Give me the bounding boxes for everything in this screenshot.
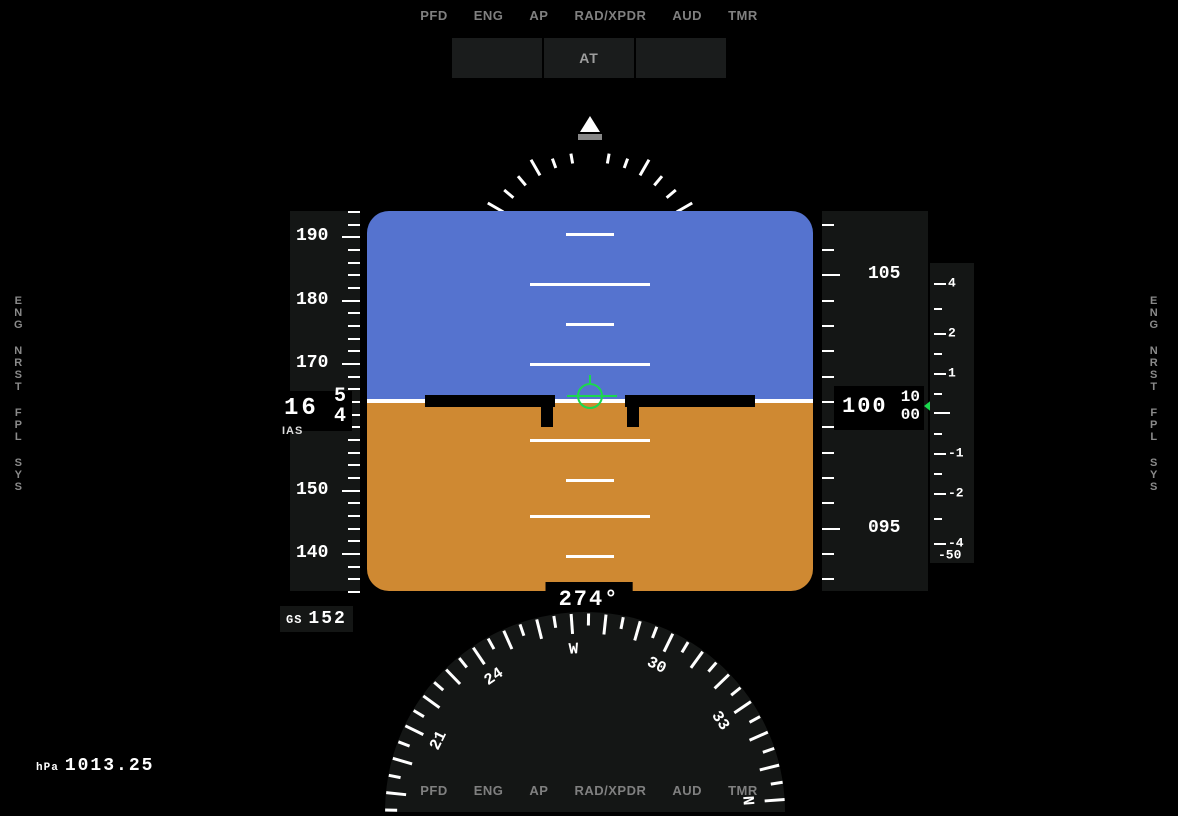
bottom-softkey-row: PFD ENG AP RAD/XPDR AUD TMR <box>0 783 1178 798</box>
alt-high-digits: 100 <box>842 394 888 419</box>
vertical-speed-indicator: 421-1-2-4-50 <box>930 263 974 563</box>
primary-flight-display: PFD ENG AP RAD/XPDR AUD TMR AT ENG NRST … <box>0 0 1178 816</box>
annunciator-row: AT <box>452 38 726 78</box>
softkey-aud[interactable]: AUD <box>672 8 702 23</box>
ias-label: IAS <box>282 425 303 437</box>
groundspeed-readout: GS 152 <box>280 606 353 632</box>
pitch-line <box>530 439 650 442</box>
baro-value: 1013.25 <box>65 756 155 776</box>
softkey-radxpdr-b[interactable]: RAD/XPDR <box>574 783 646 798</box>
aircraft-symbol-left <box>425 395 555 407</box>
pitch-line <box>566 323 614 326</box>
tab-nrst[interactable]: NRST <box>14 345 25 393</box>
softkey-pfd-b[interactable]: PFD <box>420 783 448 798</box>
roll-pointer-icon <box>580 116 600 132</box>
pitch-line <box>530 363 650 366</box>
slip-skid-indicator <box>578 134 602 140</box>
annunciator-right <box>636 38 726 78</box>
pitch-line <box>530 515 650 518</box>
flight-director-icon <box>577 383 603 409</box>
softkey-eng[interactable]: ENG <box>474 8 504 23</box>
tab-eng-r[interactable]: ENG <box>1149 295 1160 331</box>
pitch-line <box>566 233 614 236</box>
softkey-pfd[interactable]: PFD <box>420 8 448 23</box>
softkey-ap[interactable]: AP <box>529 8 548 23</box>
aircraft-symbol-right <box>625 395 755 407</box>
tab-sys-r[interactable]: SYS <box>1149 457 1160 493</box>
pitch-line <box>566 479 614 482</box>
softkey-tmr-b[interactable]: TMR <box>728 783 758 798</box>
ai-ground <box>367 401 813 591</box>
right-page-tabs: ENG NRST FPL SYS <box>1149 295 1160 507</box>
pitch-line <box>530 283 650 286</box>
softkey-aud-b[interactable]: AUD <box>672 783 702 798</box>
top-softkey-row: PFD ENG AP RAD/XPDR AUD TMR <box>0 8 1178 23</box>
pitch-line <box>566 555 614 558</box>
annunciator-center: AT <box>544 38 634 78</box>
altitude-readout: 100 10 00 <box>834 386 924 430</box>
softkey-ap-b[interactable]: AP <box>529 783 548 798</box>
attitude-ball <box>367 211 813 591</box>
left-page-tabs: ENG NRST FPL SYS <box>14 295 25 507</box>
compass-rose: N36E1215S2124W3033 <box>385 612 785 812</box>
tab-sys[interactable]: SYS <box>14 457 25 493</box>
tab-nrst-r[interactable]: NRST <box>1149 345 1160 393</box>
tab-eng[interactable]: ENG <box>14 295 25 331</box>
attitude-indicator <box>367 211 813 591</box>
gs-label: GS <box>286 613 302 627</box>
softkey-radxpdr[interactable]: RAD/XPDR <box>574 8 646 23</box>
annunciator-left <box>452 38 542 78</box>
baro-setting: hPa 1013.25 <box>36 756 154 776</box>
ias-high-digits: 16 <box>284 395 319 422</box>
gs-value: 152 <box>308 609 346 629</box>
vsi-pointer-notch <box>974 403 986 423</box>
alt-rolling-digits: 10 00 <box>901 388 920 424</box>
baro-unit: hPa <box>36 762 59 774</box>
softkey-eng-b[interactable]: ENG <box>474 783 504 798</box>
compass-card: N36E1215S2124W3033 <box>385 612 785 812</box>
tab-fpl-r[interactable]: FPL <box>1149 407 1160 443</box>
ai-sky <box>367 211 813 401</box>
tab-fpl[interactable]: FPL <box>14 407 25 443</box>
softkey-tmr[interactable]: TMR <box>728 8 758 23</box>
ias-rolling-digits: 5 4 <box>334 387 346 427</box>
